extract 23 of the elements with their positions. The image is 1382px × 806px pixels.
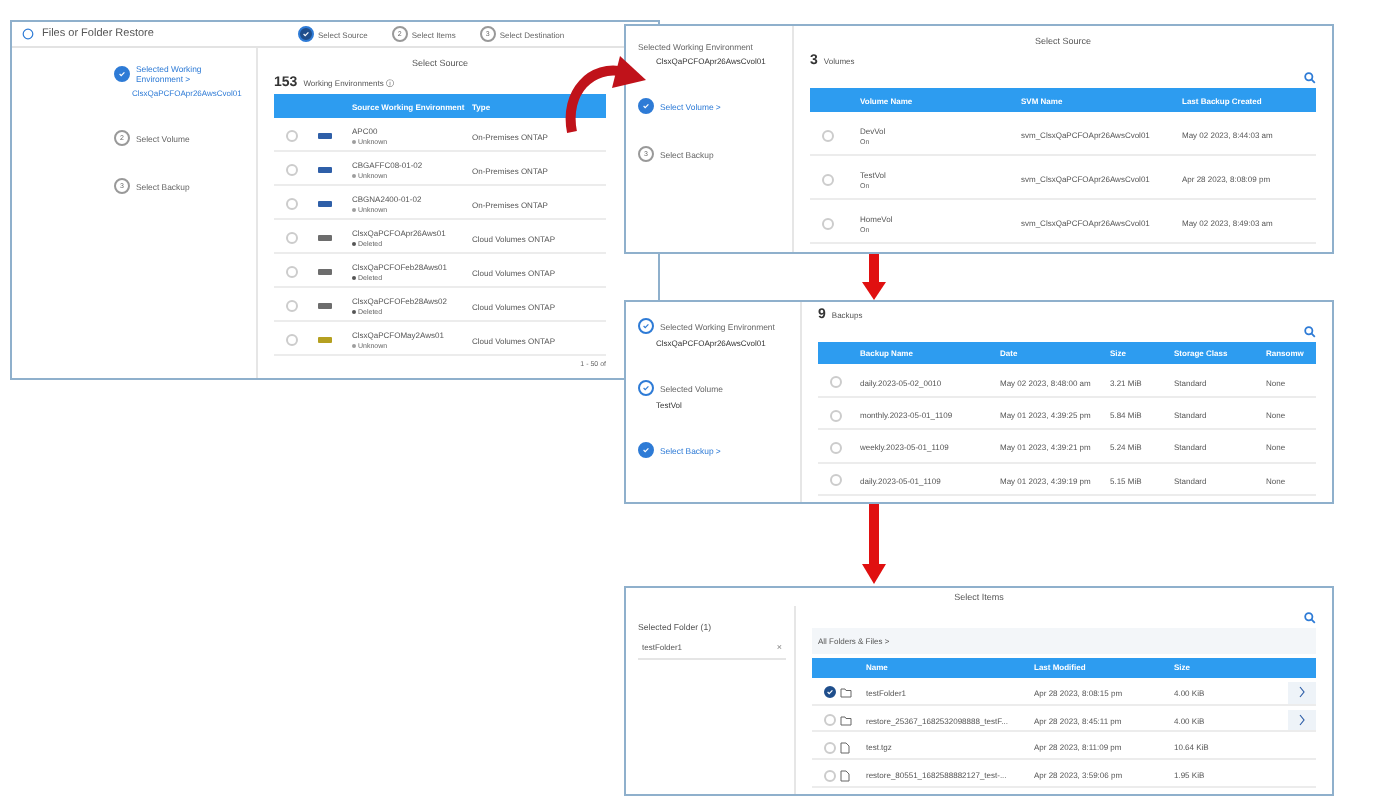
curved-arrow [564, 56, 648, 136]
down-arrow [862, 504, 886, 584]
storage-icon [318, 200, 332, 208]
storage-icon [318, 268, 332, 276]
storage-icon [318, 234, 332, 242]
file-icon [840, 769, 850, 782]
search-icon[interactable] [1304, 72, 1316, 84]
row-checkbox[interactable] [824, 686, 836, 699]
folder-icon [840, 715, 852, 726]
chevron-icon [1298, 686, 1306, 699]
storage-icon [318, 336, 332, 344]
storage-icon [318, 302, 332, 310]
down-arrow [862, 254, 886, 300]
storage-icon [318, 166, 332, 174]
search-icon[interactable] [1304, 612, 1316, 624]
open-folder-button[interactable] [1288, 709, 1316, 731]
search-icon[interactable] [1304, 326, 1316, 338]
open-folder-button[interactable] [1288, 681, 1316, 704]
storage-icon [318, 132, 332, 140]
file-icon [840, 741, 850, 754]
chevron-icon [1298, 714, 1306, 727]
restore-icon [22, 28, 34, 40]
folder-icon [840, 687, 852, 698]
